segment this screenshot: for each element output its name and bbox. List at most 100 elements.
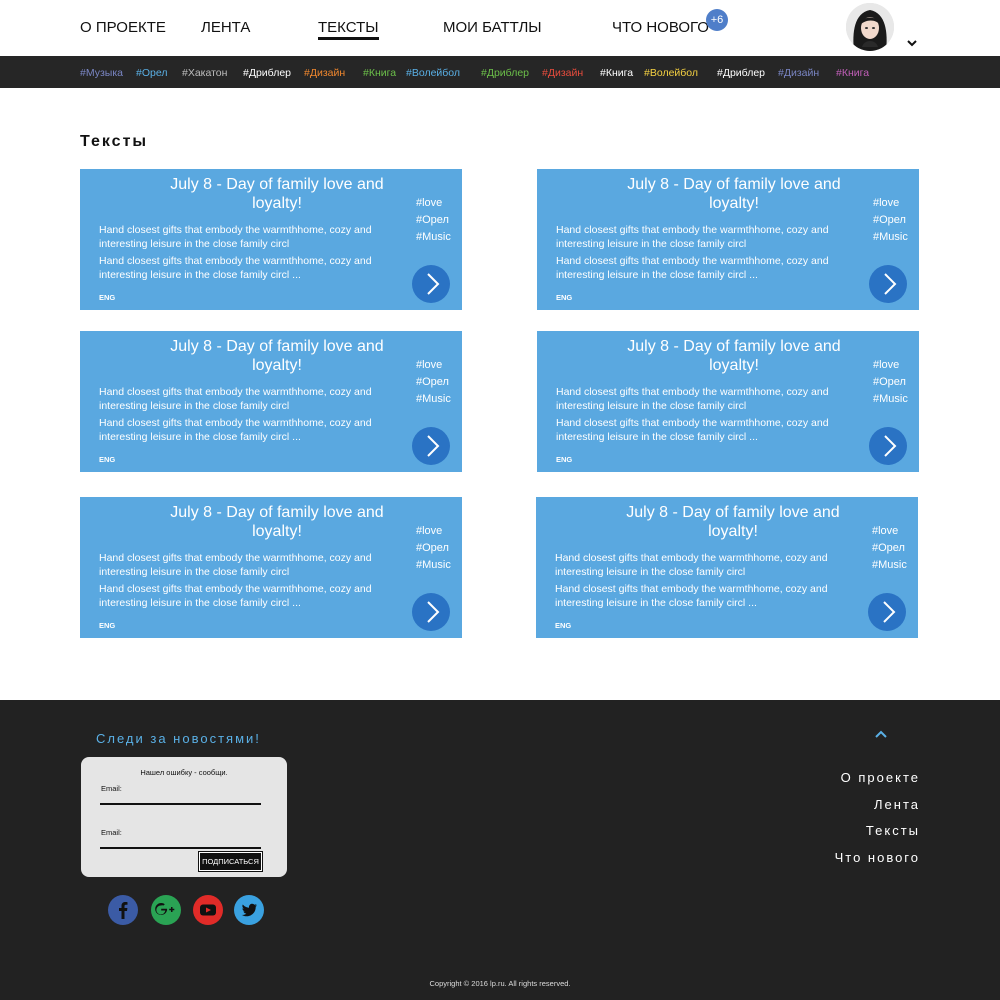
tag-link[interactable]: #Дизайн	[778, 67, 819, 79]
footer-link-feed[interactable]: Лента	[874, 797, 920, 812]
card-paragraph: Hand closest gifts that embody the warmt…	[99, 386, 372, 412]
read-more-button[interactable]	[412, 427, 450, 465]
chevron-right-icon	[884, 435, 897, 457]
text-card[interactable]: July 8 - Day of family love and loyalty!…	[537, 169, 919, 310]
language-label: ENG	[556, 293, 573, 302]
card-title: July 8 - Day of family love and loyalty!	[626, 504, 840, 540]
card-tag[interactable]: #Орел	[416, 212, 451, 229]
card-tag[interactable]: #love	[416, 357, 451, 374]
card-tag[interactable]: #Орел	[873, 212, 908, 229]
card-tags: #love #Орел #Music	[873, 195, 908, 246]
text-card[interactable]: July 8 - Day of family love and loyalty!…	[80, 331, 462, 472]
read-more-button[interactable]	[869, 265, 907, 303]
tag-link[interactable]: #Волейбол	[644, 67, 698, 79]
card-tag[interactable]: #love	[416, 523, 451, 540]
card-tags: #love #Орел #Music	[873, 357, 908, 408]
card-tags: #love #Орел #Music	[416, 523, 451, 574]
chevron-right-icon	[427, 273, 440, 295]
text-card[interactable]: July 8 - Day of family love and loyalty!…	[536, 497, 918, 638]
card-tag[interactable]: #Music	[416, 557, 451, 574]
card-paragraph: Hand closest gifts that embody the warmt…	[99, 224, 372, 250]
text-card[interactable]: July 8 - Day of family love and loyalty!…	[80, 169, 462, 310]
feedback-form: Нашел ошибку - сообщи. Email: Email: ПОД…	[81, 757, 287, 877]
card-tag[interactable]: #Music	[873, 229, 908, 246]
tag-link[interactable]: #Книга	[600, 67, 633, 79]
tag-link[interactable]: #Дриблер	[481, 67, 529, 79]
footer-link-texts[interactable]: Тексты	[866, 823, 920, 838]
scroll-top-icon[interactable]	[874, 729, 888, 739]
card-excerpt: Hand closest gifts that embody the warmt…	[99, 385, 389, 447]
tag-link[interactable]: #Дизайн	[304, 67, 345, 79]
tag-bar: #Музыка #Орел #Хакатон #Дриблер #Дизайн …	[0, 56, 1000, 88]
nav-item-my-battles[interactable]: МОИ БАТТЛЫ	[443, 19, 542, 36]
footer: Следи за новостями! Нашел ошибку - сообщ…	[0, 700, 1000, 1000]
copyright: Copyright © 2016 lp.ru. All rights reser…	[429, 979, 571, 988]
card-tag[interactable]: #Орел	[416, 540, 451, 557]
card-paragraph: Hand closest gifts that embody the warmt…	[99, 552, 372, 578]
language-label: ENG	[555, 621, 572, 630]
tag-link[interactable]: #Орел	[136, 67, 167, 79]
text-card[interactable]: July 8 - Day of family love and loyalty!…	[80, 497, 462, 638]
top-nav: О ПРОЕКТЕ ЛЕНТА ТЕКСТЫ МОИ БАТТЛЫ ЧТО НО…	[0, 0, 1000, 56]
email-field[interactable]	[100, 837, 261, 849]
card-tag[interactable]: #Music	[416, 229, 451, 246]
card-tag[interactable]: #Орел	[416, 374, 451, 391]
card-excerpt: Hand closest gifts that embody the warmt…	[556, 223, 846, 285]
nav-item-texts[interactable]: ТЕКСТЫ	[318, 19, 379, 40]
facebook-icon	[108, 895, 138, 925]
card-tag[interactable]: #love	[872, 523, 907, 540]
tag-link[interactable]: #Дизайн	[542, 67, 583, 79]
card-paragraph: Hand closest gifts that embody the warmt…	[99, 417, 372, 443]
nav-item-feed[interactable]: ЛЕНТА	[201, 19, 250, 36]
card-tags: #love #Орел #Music	[416, 357, 451, 408]
form-caption: Нашел ошибку - сообщи.	[140, 768, 228, 777]
card-title: July 8 - Day of family love and loyalty!	[170, 504, 384, 540]
tag-link[interactable]: #Волейбол	[406, 67, 460, 79]
tag-link[interactable]: #Дриблер	[717, 67, 765, 79]
facebook-link[interactable]	[108, 895, 138, 925]
youtube-link[interactable]	[193, 895, 223, 925]
google-plus-link[interactable]	[151, 895, 181, 925]
footer-link-whats-new[interactable]: Что нового	[835, 850, 920, 865]
nav-item-about[interactable]: О ПРОЕКТЕ	[80, 19, 166, 36]
read-more-button[interactable]	[412, 265, 450, 303]
card-tag[interactable]: #Орел	[872, 540, 907, 557]
language-label: ENG	[99, 455, 116, 464]
card-tag[interactable]: #love	[873, 195, 908, 212]
read-more-button[interactable]	[412, 593, 450, 631]
email-label: Email:	[101, 784, 122, 793]
card-paragraph: Hand closest gifts that embody the warmt…	[555, 552, 828, 578]
tag-link[interactable]: #Книга	[836, 67, 869, 79]
card-paragraph: Hand closest gifts that embody the warmt…	[556, 386, 829, 412]
youtube-icon	[193, 895, 223, 925]
tag-link[interactable]: #Хакатон	[182, 67, 227, 79]
twitter-link[interactable]	[234, 895, 264, 925]
card-tag[interactable]: #Music	[416, 391, 451, 408]
footer-link-about[interactable]: О проекте	[841, 770, 920, 785]
card-tag[interactable]: #Орел	[873, 374, 908, 391]
google-plus-icon	[151, 895, 181, 925]
tag-link[interactable]: #Книга	[363, 67, 396, 79]
language-label: ENG	[99, 293, 116, 302]
card-paragraph: Hand closest gifts that embody the warmt…	[556, 417, 829, 443]
read-more-button[interactable]	[868, 593, 906, 631]
chevron-down-icon[interactable]	[906, 38, 918, 48]
twitter-icon	[234, 895, 264, 925]
notification-badge: +6	[706, 9, 728, 31]
subscribe-button[interactable]: ПОДПИСАТЬСЯ	[198, 851, 263, 872]
tag-link[interactable]: #Дриблер	[243, 67, 291, 79]
card-tag[interactable]: #love	[873, 357, 908, 374]
email-field[interactable]	[100, 793, 261, 805]
card-tags: #love #Орел #Music	[416, 195, 451, 246]
language-label: ENG	[99, 621, 116, 630]
card-title: July 8 - Day of family love and loyalty!	[170, 176, 384, 212]
card-paragraph: Hand closest gifts that embody the warmt…	[555, 583, 828, 609]
card-tag[interactable]: #love	[416, 195, 451, 212]
avatar[interactable]	[846, 3, 894, 51]
read-more-button[interactable]	[869, 427, 907, 465]
card-tag[interactable]: #Music	[872, 557, 907, 574]
nav-item-whats-new[interactable]: ЧТО НОВОГО	[612, 19, 709, 36]
text-card[interactable]: July 8 - Day of family love and loyalty!…	[537, 331, 919, 472]
card-tag[interactable]: #Music	[873, 391, 908, 408]
tag-link[interactable]: #Музыка	[80, 67, 123, 79]
